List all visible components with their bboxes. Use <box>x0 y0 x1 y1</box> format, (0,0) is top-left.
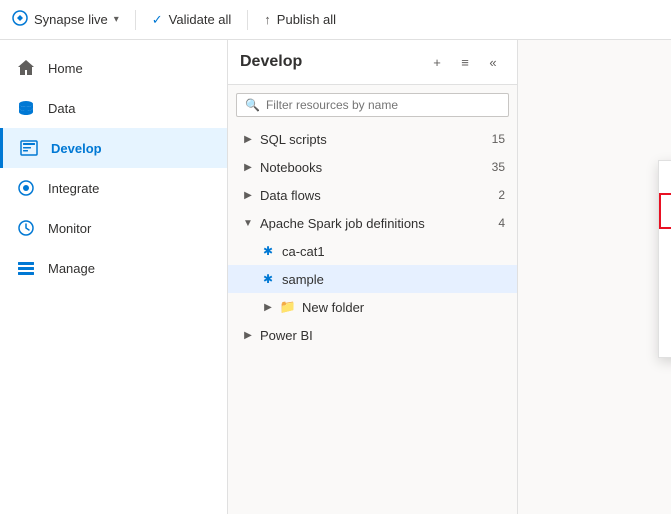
chevron-down-icon: ▾ <box>114 14 119 25</box>
sidebar-label-monitor: Monitor <box>48 221 91 236</box>
sidebar-item-manage[interactable]: Manage <box>0 248 227 288</box>
validate-all-button[interactable]: ✓ Validate all <box>152 12 232 28</box>
search-box[interactable]: 🔍 <box>236 93 509 117</box>
publish-icon: ↑ <box>264 12 271 27</box>
synapse-live[interactable]: Synapse live ▾ <box>12 10 119 29</box>
sidebar-label-manage: Manage <box>48 261 95 276</box>
tree-item-dataflows[interactable]: ▶ Data flows 2 <box>228 181 517 209</box>
add-button[interactable]: + <box>425 50 449 74</box>
synapse-icon <box>12 10 28 29</box>
tree-list: ▶ SQL scripts 15 ▶ Notebooks 35 ▶ Data f… <box>228 125 517 349</box>
sidebar-item-home[interactable]: Home <box>0 48 227 88</box>
chevron-right-icon-nb: ▶ <box>240 159 256 175</box>
develop-icon <box>19 138 39 158</box>
context-menu: Open Export <box>658 160 671 358</box>
tree-count-notebooks: 35 <box>492 160 505 174</box>
context-menu-copy-link[interactable]: Copy link <box>659 229 671 261</box>
context-menu-clone[interactable]: Clone <box>659 261 671 293</box>
context-menu-move-to[interactable]: Move to <box>659 293 671 325</box>
chevron-right-icon: ▶ <box>240 131 256 147</box>
sidebar-label-data: Data <box>48 101 75 116</box>
manage-icon <box>16 258 36 278</box>
develop-header-actions: + ≡ « <box>425 50 505 74</box>
chevron-right-icon-df: ▶ <box>240 187 256 203</box>
divider-1 <box>135 10 136 30</box>
sidebar-label-integrate: Integrate <box>48 181 99 196</box>
develop-panel: Develop + ≡ « 🔍 ▶ SQL scripts 15 ▶ Noteb… <box>228 40 518 514</box>
tree-item-powerbi[interactable]: ▶ Power BI <box>228 321 517 349</box>
publish-all-button[interactable]: ↑ Publish all <box>264 12 336 27</box>
sidebar-item-monitor[interactable]: Monitor <box>0 208 227 248</box>
top-bar: Synapse live ▾ ✓ Validate all ↑ Publish … <box>0 0 671 40</box>
tree-label-cacat1: ca-cat1 <box>282 244 505 259</box>
sidebar-label-develop: Develop <box>51 141 102 156</box>
tree-label-sql: SQL scripts <box>260 132 488 147</box>
context-menu-export[interactable]: Export <box>659 193 671 229</box>
chevron-right-icon-pbi: ▶ <box>240 327 256 343</box>
tree-label-sample: sample <box>282 272 505 287</box>
chevron-right-icon-folder: ▶ <box>260 299 276 315</box>
sidebar-label-home: Home <box>48 61 83 76</box>
folder-icon: 📁 <box>280 299 296 315</box>
tree-count-sql: 15 <box>492 132 505 146</box>
tree-item-notebooks[interactable]: ▶ Notebooks 35 <box>228 153 517 181</box>
divider-2 <box>247 10 248 30</box>
close-panel-button[interactable]: « <box>481 50 505 74</box>
sidebar: Home Data <box>0 40 228 514</box>
sidebar-item-integrate[interactable]: Integrate <box>0 168 227 208</box>
search-icon: 🔍 <box>245 98 260 112</box>
tree-item-new-folder[interactable]: ▶ 📁 New folder <box>228 293 517 321</box>
spark-file-icon-cacat1: ✱ <box>260 243 276 259</box>
data-icon <box>16 98 36 118</box>
tree-item-sample[interactable]: ✱ sample <box>228 265 517 293</box>
integrate-icon <box>16 178 36 198</box>
context-menu-delete[interactable]: Delete <box>659 325 671 357</box>
home-icon <box>16 58 36 78</box>
sidebar-nav: Home Data <box>0 40 227 288</box>
synapse-label: Synapse live <box>34 12 108 27</box>
develop-header: Develop + ≡ « <box>228 40 517 85</box>
tree-label-spark: Apache Spark job definitions <box>260 216 494 231</box>
tree-item-cacat1[interactable]: ✱ ca-cat1 <box>228 237 517 265</box>
context-menu-open[interactable]: Open <box>659 161 671 193</box>
tree-label-powerbi: Power BI <box>260 328 505 343</box>
monitor-icon <box>16 218 36 238</box>
tree-item-spark[interactable]: ▼ Apache Spark job definitions 4 <box>228 209 517 237</box>
tree-label-folder: New folder <box>302 300 505 315</box>
tree-item-sql-scripts[interactable]: ▶ SQL scripts 15 <box>228 125 517 153</box>
sidebar-item-data[interactable]: Data <box>0 88 227 128</box>
spark-file-icon-sample: ✱ <box>260 271 276 287</box>
validate-icon: ✓ <box>152 12 163 28</box>
develop-title: Develop <box>240 53 417 71</box>
chevron-down-icon-spark: ▼ <box>240 215 256 231</box>
tree-label-notebooks: Notebooks <box>260 160 488 175</box>
collapse-button[interactable]: ≡ <box>453 50 477 74</box>
tree-label-dataflows: Data flows <box>260 188 494 203</box>
search-input[interactable] <box>266 98 500 112</box>
sidebar-item-develop[interactable]: Develop <box>0 128 227 168</box>
tree-count-spark: 4 <box>498 216 505 230</box>
tree-count-dataflows: 2 <box>498 188 505 202</box>
main-layout: Home Data <box>0 40 671 514</box>
context-menu-area: Open Export <box>518 40 671 514</box>
